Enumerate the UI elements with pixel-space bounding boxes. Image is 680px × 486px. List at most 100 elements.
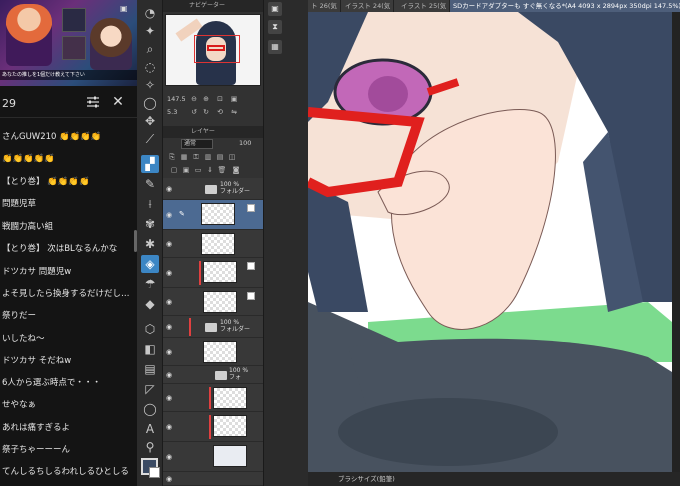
eye-icon[interactable]: ◉ [166, 453, 174, 461]
fill-icon[interactable]: ◆ [141, 295, 159, 313]
ruler-toggle-icon[interactable]: ◫ [227, 152, 237, 162]
eye-icon[interactable]: ◉ [166, 211, 174, 219]
layer-row[interactable]: ◉ 100 % フォルダー [163, 178, 263, 200]
eye-icon[interactable]: ◉ [166, 423, 174, 431]
eye-icon[interactable]: ◉ [166, 240, 174, 248]
tool-bar: ◔ ✦ ⌕ ◌ ✧ ◯ ✥ ⟋ ▞ ✎ ⟊ ✾ ✱ ◈ ☂ ◆ ⬡ ◧ ▤ ◸ … [137, 0, 163, 486]
eye-icon[interactable]: ◉ [166, 269, 174, 277]
stream-video[interactable]: ▣ あなたの推しを1個だけ教えて下さい [0, 0, 137, 86]
flip-icon[interactable]: ⇋ [229, 107, 239, 117]
ruler-icon[interactable]: ◸ [141, 380, 159, 398]
layer-row[interactable]: ◉ [163, 230, 263, 258]
layer-thumbnail [203, 341, 237, 363]
navigator-controls: 147.5 ⊖ ⊕ ⊡ ▣ 5.3 ↺ ↻ ⟲ ⇋ [163, 93, 263, 119]
layer-row[interactable]: ◉ [163, 442, 263, 472]
sparkle-icon[interactable]: ✦ [141, 22, 159, 40]
canvas-tab[interactable]: イラスト 25(気 [398, 0, 451, 12]
decoration-icon[interactable]: ✱ [141, 235, 159, 253]
mask-add-icon[interactable]: ◙ [231, 165, 241, 175]
layer-row[interactable]: ◉ ✎ [163, 200, 263, 230]
rotate-left-icon[interactable]: ↺ [189, 107, 199, 117]
layer-row[interactable]: ◉ 100 % フォルダー [163, 316, 263, 338]
drawing-canvas[interactable] [308, 12, 672, 472]
lasso-icon[interactable]: ◌ [141, 58, 159, 76]
chat-message: 問題児草 [2, 199, 37, 209]
layer-row[interactable]: ◉ [163, 338, 263, 366]
layer-property-icon[interactable]: ▣ [268, 2, 282, 16]
correction-icon[interactable]: ⚲ [141, 438, 159, 456]
folder-label: 100 % フォルダー [220, 319, 251, 333]
material-icon[interactable]: ▦ [268, 40, 282, 54]
new-folder-icon[interactable]: ▭ [193, 165, 203, 175]
pencil-icon[interactable]: ✎ [141, 175, 159, 193]
layer-thumbnail [213, 415, 247, 437]
chat-message: さんGUW210 👏👏👏👏 [2, 132, 102, 142]
gradient-icon[interactable]: ◧ [141, 340, 159, 358]
brush-icon[interactable]: ⟊ [141, 195, 159, 213]
brush-size-label[interactable]: ブラシサイズ(鉛筆) [338, 475, 395, 483]
eye-icon[interactable]: ◉ [166, 475, 174, 483]
layer-row[interactable]: ◉ [163, 412, 263, 442]
new-raster-icon[interactable]: ▢ [169, 165, 179, 175]
artwork-pocket [338, 398, 558, 466]
eye-icon[interactable]: ◉ [166, 394, 174, 402]
blend-mode-select[interactable]: 通常 [181, 139, 213, 149]
layer-mask-icon [247, 204, 255, 212]
delete-layer-icon[interactable]: 🗑 [217, 165, 227, 175]
frame-icon[interactable]: ▤ [141, 360, 159, 378]
layer-row[interactable]: ◉ 100 % フォ [163, 366, 263, 384]
pen-tool-icon[interactable]: ▞ [141, 155, 159, 173]
navigator-tab[interactable]: ナビゲーター [163, 0, 263, 12]
layer-row[interactable]: ◉ [163, 288, 263, 316]
blend-icon[interactable]: ☂ [141, 275, 159, 293]
eye-icon[interactable]: ◉ [166, 371, 174, 379]
history-icon[interactable]: ⧗ [268, 20, 282, 34]
eye-icon[interactable]: ◉ [166, 323, 174, 331]
zoom-out-icon[interactable]: ⊖ [189, 94, 199, 104]
layer-tab[interactable]: レイヤー [163, 126, 263, 138]
navigator-preview[interactable] [165, 14, 261, 86]
eye-icon[interactable]: ◉ [166, 348, 174, 356]
layer-color-mark [189, 318, 191, 336]
layer-row[interactable]: ◉ [163, 472, 263, 486]
shape-icon[interactable]: ⬡ [141, 320, 159, 338]
eye-icon[interactable]: ◉ [166, 185, 174, 193]
canvas-tab-active[interactable]: SDカードアダプターも すぐ無くなる*(A4 4093 x 2894px 350… [450, 0, 680, 12]
clip-icon[interactable]: ⎘ [167, 152, 177, 162]
zoom-icon[interactable]: ⌕ [141, 40, 159, 58]
merge-icon[interactable]: ⇓ [205, 165, 215, 175]
rotate-right-icon[interactable]: ↻ [201, 107, 211, 117]
reference-icon[interactable]: ▦ [179, 152, 189, 162]
lock-alpha-icon[interactable]: ▥ [203, 152, 213, 162]
chat-message: 【とり巻】 次はBLなるんかな [2, 244, 118, 254]
airbrush-icon[interactable]: ✾ [141, 215, 159, 233]
canvas-tab[interactable]: ト 26(気 [308, 0, 341, 12]
magic-wand-icon[interactable]: ✧ [141, 76, 159, 94]
lock-icon[interactable]: ⚿ [191, 152, 201, 162]
actual-size-icon[interactable]: ▣ [229, 94, 239, 104]
canvas-tab[interactable]: イラスト 24(気 [342, 0, 395, 12]
eraser-icon[interactable]: ◈ [141, 255, 159, 273]
move-icon[interactable]: ✥ [141, 112, 159, 130]
fit-icon[interactable]: ⊡ [215, 94, 225, 104]
layer-thumbnail [203, 291, 237, 313]
chat-message: 祭りだー [2, 311, 37, 321]
text-icon[interactable]: A [141, 420, 159, 438]
balloon-icon[interactable]: ◯ [141, 400, 159, 418]
sub-color-swatch[interactable] [149, 467, 160, 478]
eye-icon[interactable]: ◉ [166, 298, 174, 306]
new-vector-icon[interactable]: ▣ [181, 165, 191, 175]
opacity-value[interactable]: 100 [239, 139, 251, 147]
canvas-scrollbar[interactable] [672, 12, 680, 472]
close-icon[interactable]: ✕ [110, 94, 126, 110]
vtuber-avatar-right [90, 18, 132, 70]
speech-bubble-icon[interactable]: ◯ [141, 94, 159, 112]
mask-toggle-icon[interactable]: ▤ [215, 152, 225, 162]
reset-rotation-icon[interactable]: ⟲ [215, 107, 225, 117]
layer-row[interactable]: ◉ [163, 384, 263, 412]
layer-row[interactable]: ◉ [163, 258, 263, 288]
eyedropper-icon[interactable]: ⟋ [141, 130, 159, 148]
filter-icon[interactable] [86, 95, 100, 109]
zoom-in-icon[interactable]: ⊕ [201, 94, 211, 104]
chat-message: てんしるちしるわれしるひとしる [2, 467, 129, 477]
